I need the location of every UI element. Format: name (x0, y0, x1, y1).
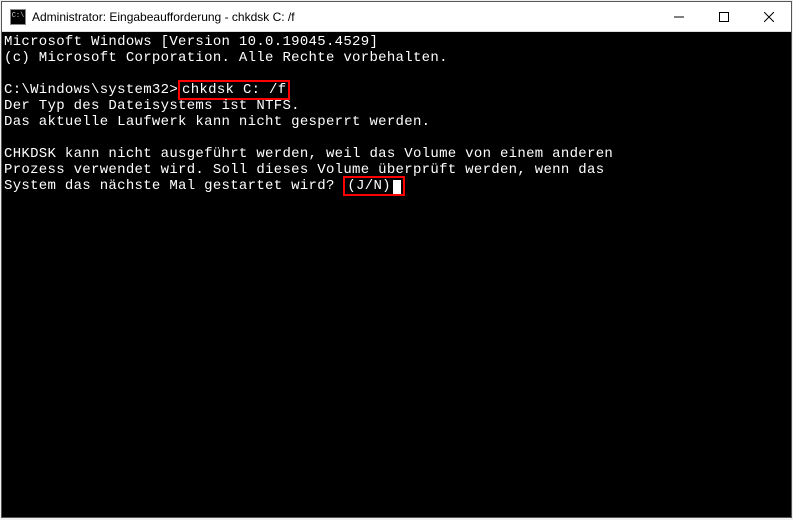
message-text-3: System das nächste Mal gestartet wird? (4, 178, 343, 194)
minimize-button[interactable] (656, 2, 701, 31)
command-prompt-window: C:\ Administrator: Eingabeaufforderung -… (1, 1, 792, 518)
version-line: Microsoft Windows [Version 10.0.19045.45… (4, 34, 789, 50)
close-button[interactable] (746, 2, 791, 31)
terminal-output[interactable]: Microsoft Windows [Version 10.0.19045.45… (2, 32, 791, 517)
yn-prompt-highlight: (J/N) (343, 176, 405, 196)
maximize-icon (719, 12, 729, 22)
blank-line (4, 66, 789, 82)
minimize-icon (674, 12, 684, 22)
copyright-line: (c) Microsoft Corporation. Alle Rechte v… (4, 50, 789, 66)
filesystem-line: Der Typ des Dateisystems ist NTFS. (4, 98, 789, 114)
window-title: Administrator: Eingabeaufforderung - chk… (32, 10, 656, 24)
prompt-line: System das nächste Mal gestartet wird? (… (4, 178, 789, 194)
message-line-1: CHKDSK kann nicht ausgeführt werden, wei… (4, 146, 789, 162)
prompt-text: C:\Windows\system32> (4, 82, 178, 98)
yn-text: (J/N) (347, 178, 391, 194)
cmd-icon-text: C:\ (12, 13, 25, 20)
command-highlight: chkdsk C: /f (178, 80, 290, 100)
maximize-button[interactable] (701, 2, 746, 31)
cmd-icon: C:\ (10, 9, 26, 25)
close-icon (764, 12, 774, 22)
command-line: C:\Windows\system32>chkdsk C: /f (4, 82, 789, 98)
lock-error-line: Das aktuelle Laufwerk kann nicht gesperr… (4, 114, 789, 130)
window-controls (656, 2, 791, 31)
blank-line (4, 130, 789, 146)
titlebar[interactable]: C:\ Administrator: Eingabeaufforderung -… (2, 2, 791, 32)
cursor (393, 180, 401, 194)
